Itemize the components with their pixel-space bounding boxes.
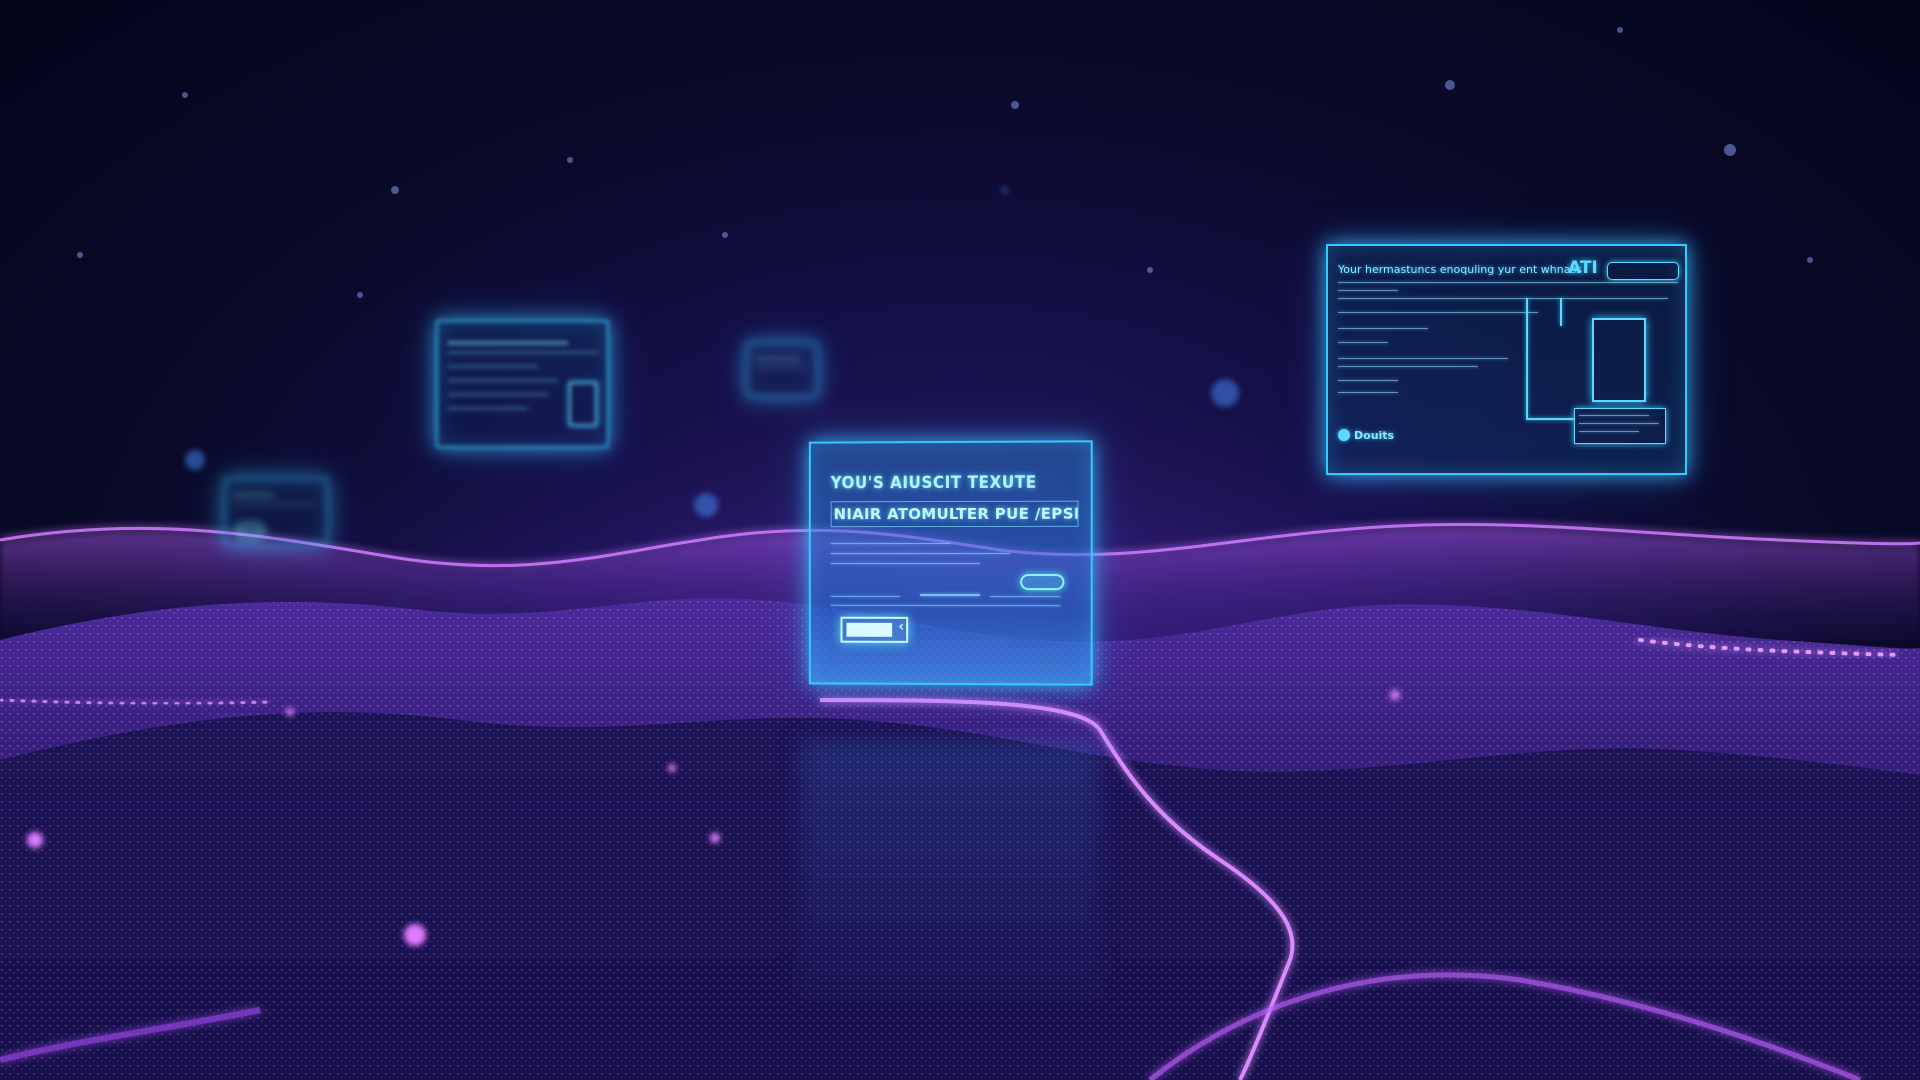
floating-panel-small-top (746, 342, 818, 397)
floating-panel-small-left (224, 478, 328, 545)
floating-panel-center: YOU'S AIUSCIT TEXUTE NIAIR ATOMULTER PUE… (809, 440, 1093, 685)
circle-icon (1338, 429, 1350, 441)
chevron-left-icon: ‹ (898, 619, 904, 635)
phone-icon (1592, 318, 1646, 402)
info-box (1574, 408, 1666, 444)
input-field[interactable]: ‹ (841, 617, 909, 643)
floating-panel-right: Your hermastuncs enoquling yur ent whnas… (1326, 244, 1687, 475)
right-panel-badge: ATI (1568, 258, 1598, 278)
floating-panel-left (436, 320, 609, 448)
right-panel-header: Your hermastuncs enoquling yur ent whnas… (1338, 263, 1582, 276)
scene: YOU'S AIUSCIT TEXUTE NIAIR ATOMULTER PUE… (0, 0, 1920, 1080)
right-panel-footer-text: Douits (1354, 429, 1394, 442)
center-panel-title: YOU'S AIUSCIT TEXUTE (831, 473, 1037, 494)
panel-reflection (800, 740, 1100, 1000)
center-panel-subtitle: NIAIR ATOMULTER PUE /EPSBES (831, 501, 1079, 527)
action-button[interactable] (1020, 574, 1064, 590)
right-panel-footer: Douits (1338, 429, 1394, 442)
right-panel-badge-box (1607, 262, 1679, 280)
phone-icon (569, 382, 597, 426)
